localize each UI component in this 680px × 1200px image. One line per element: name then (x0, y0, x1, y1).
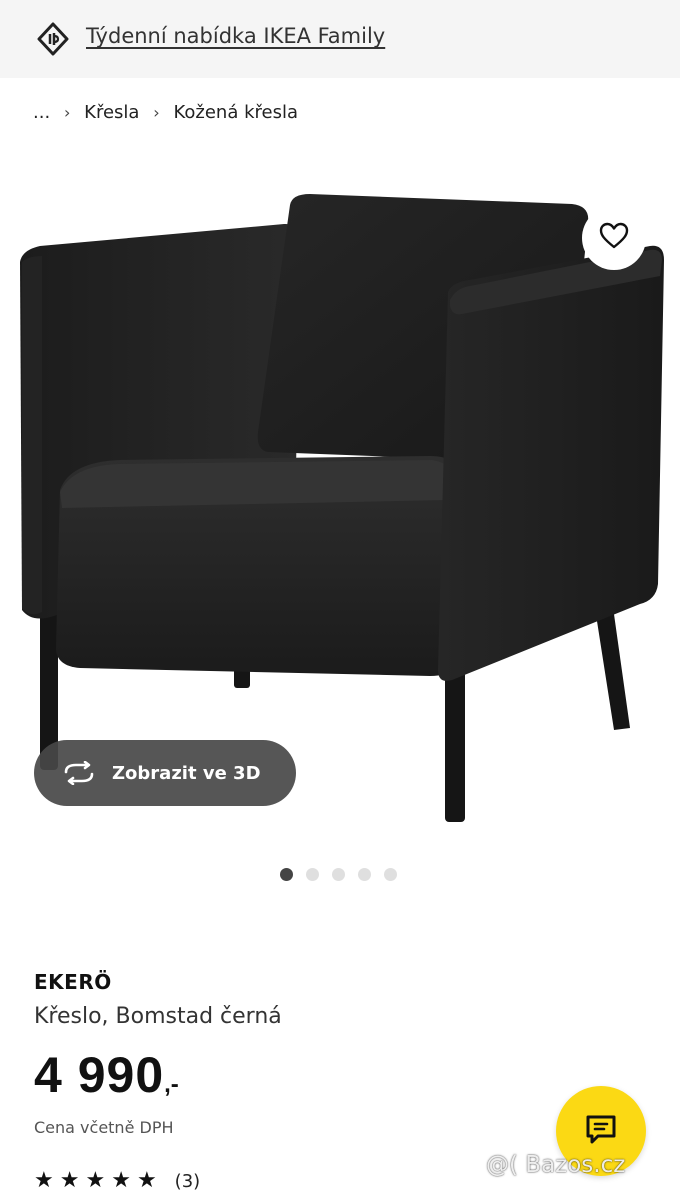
product-price: 4 990 ,- (34, 1046, 179, 1104)
pagination-dot[interactable] (332, 868, 345, 881)
price-tag-icon (36, 22, 70, 56)
heart-icon (599, 222, 629, 254)
add-to-favourites-button[interactable] (582, 206, 646, 270)
star-icon: ★ (59, 1168, 80, 1193)
breadcrumb-item-kozena-kresla[interactable]: Kožená křesla (173, 102, 298, 123)
pagination-dot[interactable] (384, 868, 397, 881)
gallery-pagination (280, 868, 397, 881)
price-suffix: ,- (164, 1071, 179, 1098)
pagination-dot[interactable] (358, 868, 371, 881)
ikea-family-offer-link[interactable]: Týdenní nabídka IKEA Family (86, 24, 385, 48)
promo-bar: Týdenní nabídka IKEA Family (0, 0, 680, 78)
view-in-3d-button[interactable]: Zobrazit ve 3D (34, 740, 296, 806)
rotate-arrows-icon (62, 760, 96, 786)
pagination-dot-active[interactable] (280, 868, 293, 881)
breadcrumb-item-kresla[interactable]: Křesla (84, 102, 139, 123)
price-amount: 4 990 (34, 1047, 165, 1103)
breadcrumb: ... › Křesla › Kožená křesla (33, 102, 298, 123)
star-icon: ★ (111, 1168, 131, 1193)
star-icon: ★ (34, 1168, 54, 1193)
star-icon: ★ (85, 1168, 106, 1193)
pagination-dot[interactable] (306, 868, 319, 881)
price-note: Cena včetně DPH (34, 1118, 174, 1137)
watermark: @( Bazos.cz (486, 1152, 626, 1178)
chevron-right-icon: › (63, 103, 71, 122)
star-icon: ★ (136, 1168, 157, 1193)
chat-bubble-icon (584, 1112, 618, 1150)
chevron-right-icon: › (153, 103, 160, 122)
product-name: EKERÖ (34, 970, 112, 994)
rating-count: (3) (174, 1170, 201, 1192)
product-rating[interactable]: ★ ★ ★ ★ ★ (3) (34, 1170, 200, 1192)
breadcrumb-ellipsis[interactable]: ... (33, 102, 50, 123)
view-in-3d-label: Zobrazit ve 3D (112, 762, 261, 784)
product-description: Křeslo, Bomstad černá (34, 1004, 282, 1029)
